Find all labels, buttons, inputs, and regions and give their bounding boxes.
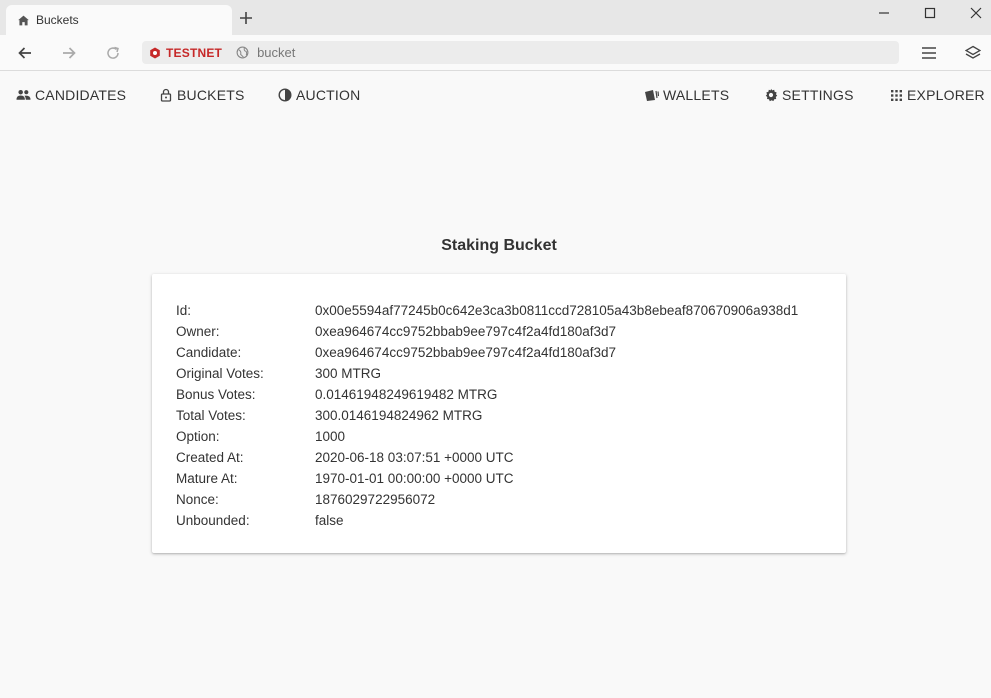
detail-row-option: Option: 1000 [176, 426, 798, 447]
contrast-icon [278, 88, 292, 102]
detail-value: 1000 [315, 429, 346, 444]
nav-settings[interactable]: SETTINGS [764, 87, 854, 103]
detail-value: false [315, 513, 344, 528]
detail-label: Option: [176, 429, 220, 444]
detail-row-unbounded: Unbounded: false [176, 510, 798, 531]
detail-value: 300.0146194824962 MTRG [315, 408, 483, 423]
reload-icon [107, 46, 119, 59]
app-nav: CANDIDATES BUCKETS AUCTION WALLETS SETTI… [0, 71, 991, 119]
maximize-button[interactable] [918, 3, 942, 23]
forward-button[interactable] [58, 42, 80, 64]
nav-candidates[interactable]: CANDIDATES [16, 87, 126, 103]
menu-button[interactable] [918, 42, 940, 64]
arrow-right-icon [63, 47, 76, 59]
nav-settings-label: SETTINGS [782, 87, 854, 103]
address-bar[interactable]: TESTNET bucket [142, 41, 899, 64]
detail-label: Bonus Votes: [176, 387, 256, 402]
nav-buckets-label: BUCKETS [177, 87, 245, 103]
network-label: TESTNET [166, 45, 223, 60]
detail-label: Id: [176, 303, 192, 318]
detail-value: 0xea964674cc9752bbab9ee797c4f2a4fd180af3… [315, 324, 617, 339]
bucket-details: Id: 0x00e5594af77245b0c642e3ca3b0811ccd72… [176, 300, 798, 531]
detail-row-candidate: Candidate: 0xea964674cc9752bbab9ee797c4f2… [176, 342, 798, 363]
detail-label: Nonce: [176, 492, 219, 507]
detail-value: 0x00e5594af77245b0c642e3ca3b0811ccd72810… [315, 303, 799, 318]
nav-buckets[interactable]: BUCKETS [159, 87, 245, 103]
detail-value: 0.01461948249619482 MTRG [315, 387, 498, 402]
minimize-icon [879, 12, 889, 14]
nav-explorer-label: EXPLORER [907, 87, 985, 103]
browser-toolbar: TESTNET bucket [0, 35, 991, 71]
nav-wallets[interactable]: WALLETS [644, 87, 729, 103]
hexagon-icon [150, 47, 160, 58]
detail-label: Unbounded: [176, 513, 250, 528]
wallet-icon [645, 89, 659, 101]
detail-row-original-votes: Original Votes: 300 MTRG [176, 363, 798, 384]
detail-value: 1876029722956072 [315, 492, 436, 507]
detail-label: Original Votes: [176, 366, 264, 381]
detail-row-nonce: Nonce: 1876029722956072 [176, 489, 798, 510]
network-badge[interactable]: TESTNET [149, 46, 222, 60]
detail-label: Owner: [176, 324, 220, 339]
layers-button[interactable] [962, 42, 984, 64]
gear-icon [765, 88, 778, 102]
detail-label: Total Votes: [176, 408, 246, 423]
detail-value: 2020-06-18 03:07:51 +0000 UTC [315, 450, 514, 465]
detail-row-bonus-votes: Bonus Votes: 0.01461948249619482 MTRG [176, 384, 798, 405]
bucket-card: Id: 0x00e5594af77245b0c642e3ca3b0811ccd72… [152, 274, 846, 553]
detail-row-created-at: Created At: 2020-06-18 03:07:51 +0000 UTC [176, 447, 798, 468]
detail-label: Created At: [176, 450, 244, 465]
nav-auction[interactable]: AUCTION [278, 87, 360, 103]
new-tab-button[interactable] [236, 8, 256, 28]
globe-icon [236, 46, 249, 59]
detail-row-mature-at: Mature At: 1970-01-01 00:00:00 +0000 UTC [176, 468, 798, 489]
tab-strip: Buckets [0, 0, 991, 35]
detail-label: Mature At: [176, 471, 238, 486]
page-title: Staking Bucket [441, 237, 557, 254]
people-icon [16, 89, 31, 100]
arrow-left-icon [18, 47, 31, 59]
lock-icon [160, 88, 172, 102]
close-window-button[interactable] [964, 3, 988, 23]
hamburger-icon [922, 47, 936, 59]
minimize-button[interactable] [872, 3, 896, 23]
detail-label: Candidate: [176, 345, 242, 360]
nav-candidates-label: CANDIDATES [35, 87, 127, 103]
detail-row-total-votes: Total Votes: 300.0146194824962 MTRG [176, 405, 798, 426]
detail-value: 1970-01-01 00:00:00 +0000 UTC [315, 471, 514, 486]
layers-icon [965, 45, 981, 59]
close-icon [970, 7, 982, 19]
detail-value: 0xea964674cc9752bbab9ee797c4f2a4fd180af3… [315, 345, 617, 360]
home-icon [18, 15, 29, 25]
nav-explorer[interactable]: EXPLORER [890, 87, 985, 103]
nav-wallets-label: WALLETS [663, 87, 730, 103]
back-button[interactable] [14, 42, 36, 64]
nav-auction-label: AUCTION [296, 87, 361, 103]
detail-row-id: Id: 0x00e5594af77245b0c642e3ca3b0811ccd72… [176, 300, 798, 321]
plus-icon [240, 12, 252, 24]
grid-icon [891, 89, 902, 101]
url-text: bucket [257, 45, 296, 60]
detail-row-owner: Owner: 0xea964674cc9752bbab9ee797c4f2a4fd… [176, 321, 798, 342]
reload-button[interactable] [102, 42, 124, 64]
browser-tab[interactable]: Buckets [6, 5, 232, 35]
tab-title: Buckets [36, 13, 79, 27]
detail-value: 300 MTRG [315, 366, 382, 381]
maximize-icon [924, 7, 936, 19]
